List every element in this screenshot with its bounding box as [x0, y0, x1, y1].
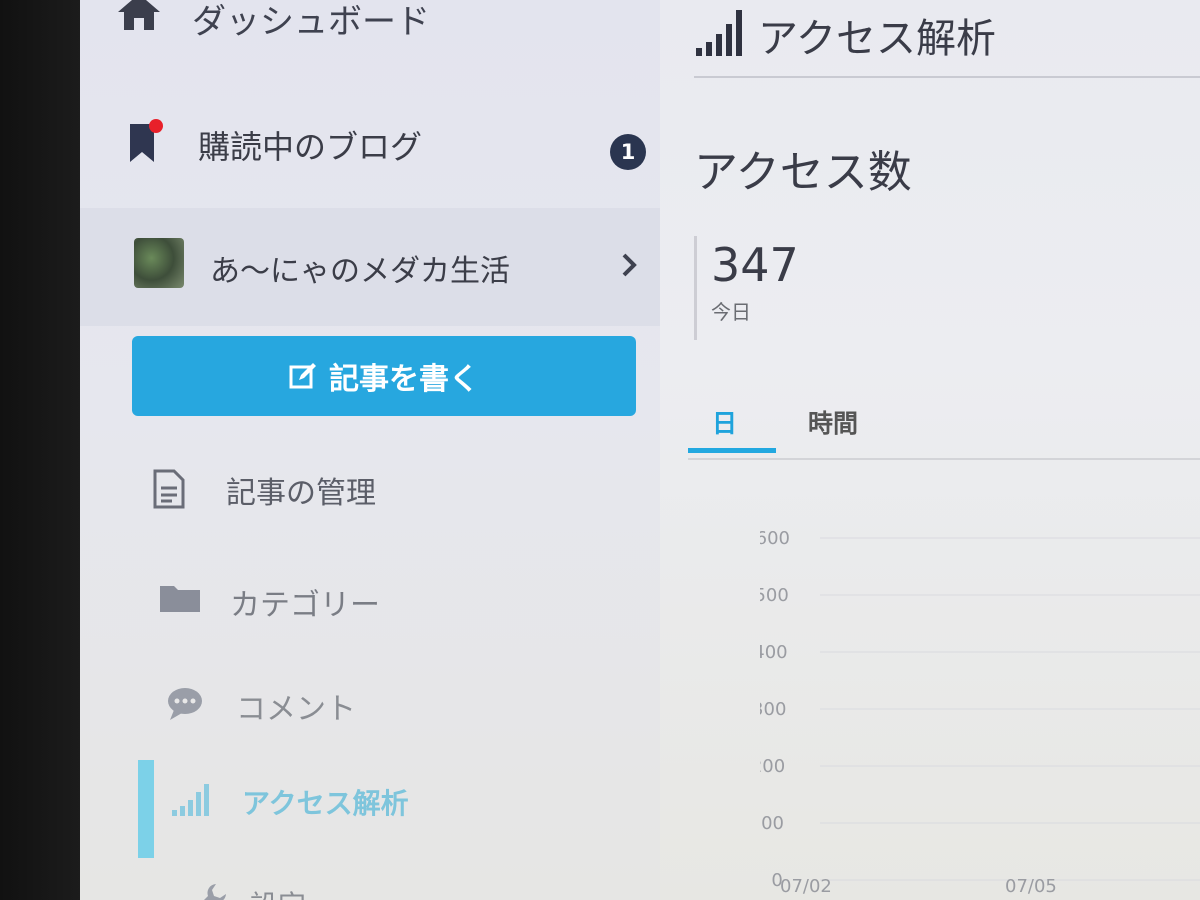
- sidebar-item-label: 記事の管理: [226, 476, 376, 511]
- tab-hour[interactable]: 時間: [808, 404, 858, 440]
- sidebar-item-categories[interactable]: カテゴリー: [80, 560, 660, 640]
- stat-today: 347 今日: [694, 236, 799, 340]
- sidebar-item-label: カテゴリー: [230, 588, 380, 623]
- y-tick-label: 200: [760, 756, 785, 777]
- sidebar-item-posts[interactable]: 記事の管理: [80, 450, 660, 530]
- stat-label: 今日: [711, 300, 751, 324]
- folder-icon: [158, 582, 202, 618]
- edit-icon: [289, 362, 317, 390]
- y-tick-label: 100: [760, 813, 784, 834]
- blog-name: あ〜にゃのメダカ生活: [210, 254, 510, 289]
- comment-icon: [166, 686, 204, 726]
- header-divider: [694, 76, 1200, 78]
- sidebar-item-label: アクセス解析: [242, 787, 409, 820]
- sidebar: ダッシュボード 購読中のブログ 1 あ〜にゃのメダカ生活 記事を書く 記事の管理…: [80, 0, 660, 900]
- signal-icon: [694, 4, 750, 64]
- unread-badge: 1: [610, 134, 646, 170]
- y-tick-label: 600: [760, 528, 790, 549]
- document-icon: [152, 468, 186, 514]
- sidebar-item-settings[interactable]: 設定: [80, 872, 660, 900]
- sidebar-item-label: 購読中のブログ: [198, 128, 423, 166]
- sidebar-item-label: 設定: [250, 884, 306, 900]
- x-tick-label: 07/05: [1005, 876, 1057, 897]
- sidebar-item-reading[interactable]: 購読中のブログ 1: [80, 100, 660, 190]
- y-tick-label: 400: [760, 642, 788, 663]
- sidebar-item-label: ダッシュボード: [192, 2, 430, 42]
- blog-switcher[interactable]: あ〜にゃのメダカ生活: [80, 208, 660, 326]
- write-post-label: 記事を書く: [329, 363, 479, 396]
- page-title: アクセス解析: [758, 16, 996, 62]
- active-tab-underline: [688, 448, 776, 453]
- home-icon: [116, 0, 162, 36]
- bookmark-icon: [128, 118, 168, 170]
- section-title: アクセス数: [694, 147, 912, 198]
- blog-avatar: [134, 238, 184, 288]
- y-tick-label: 500: [760, 585, 789, 606]
- page-header: アクセス解析: [694, 4, 996, 64]
- signal-icon: [172, 782, 216, 820]
- write-post-button[interactable]: 記事を書く: [132, 336, 636, 416]
- sidebar-item-analytics[interactable]: アクセス解析: [80, 760, 660, 858]
- sidebar-item-dashboard[interactable]: ダッシュボード: [80, 0, 660, 52]
- chevron-right-icon: [620, 252, 638, 282]
- main-content: アクセス解析 アクセス数 347 今日 日 時間 600 500 400 300 200…: [660, 0, 1200, 900]
- tab-day[interactable]: 日: [712, 404, 737, 440]
- x-tick-label: 07/02: [780, 876, 832, 897]
- wrench-icon: [196, 882, 228, 900]
- sidebar-item-label: コメント: [236, 692, 356, 727]
- access-chart: 600500400300200100007/0207/0507/08: [760, 528, 1200, 897]
- period-tabs: 日 時間: [688, 400, 1200, 460]
- sidebar-item-comments[interactable]: コメント: [80, 666, 660, 746]
- stat-value: 347: [711, 238, 799, 292]
- y-tick-label: 300: [760, 699, 786, 720]
- active-indicator: [138, 760, 154, 858]
- screen: ダッシュボード 購読中のブログ 1 あ〜にゃのメダカ生活 記事を書く 記事の管理…: [80, 0, 1200, 900]
